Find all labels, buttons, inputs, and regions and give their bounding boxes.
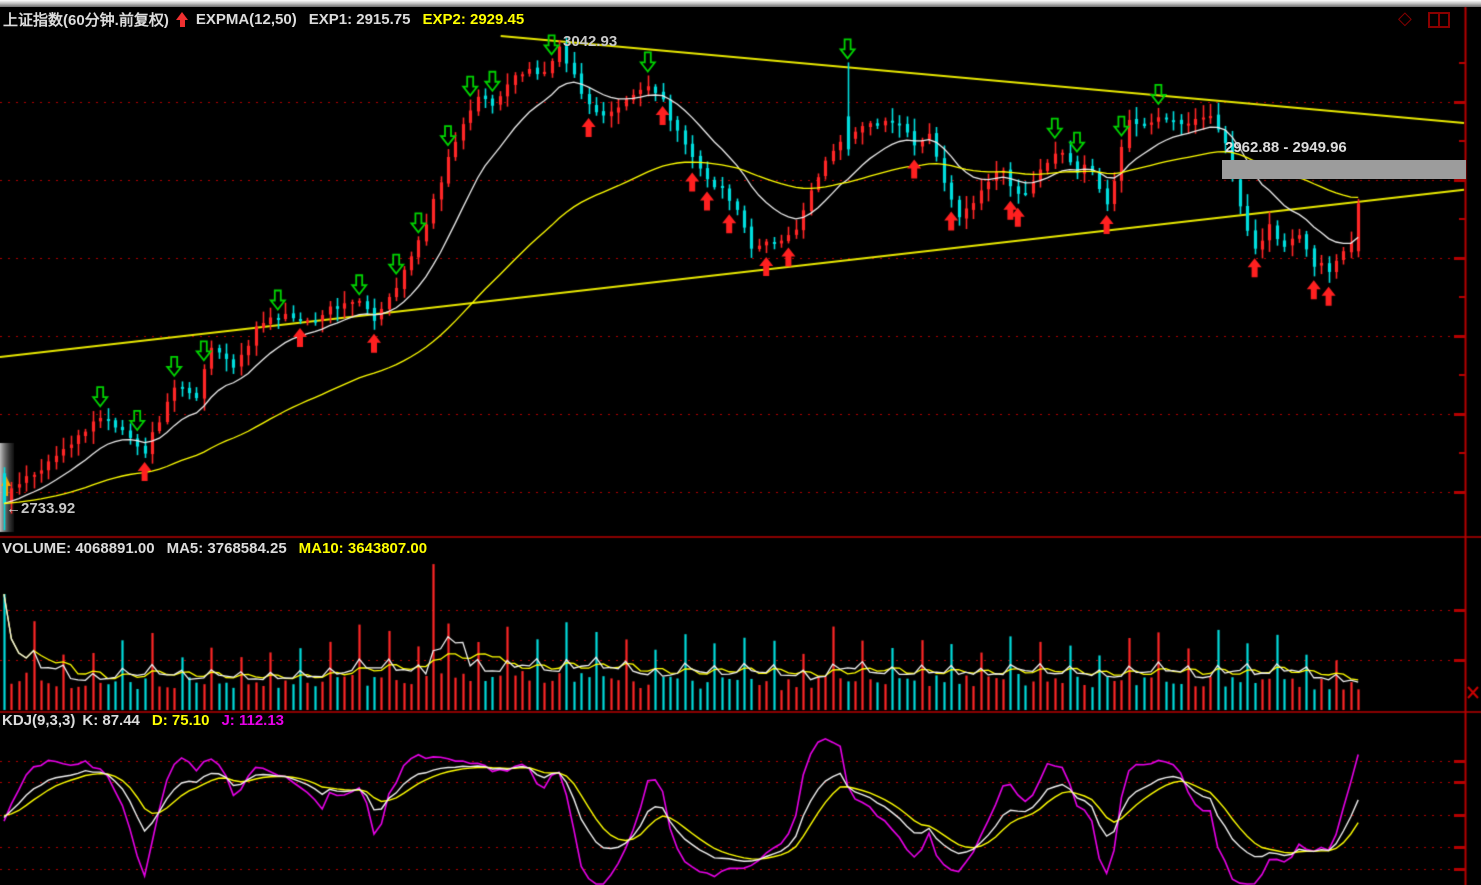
kdj-name[interactable]: KDJ(9,3,3) <box>2 712 75 729</box>
kdj-k-value: K: 87.44 <box>82 712 140 729</box>
signal-up-arrow-icon <box>176 12 189 27</box>
exp1-value: EXP1: 2915.75 <box>309 11 411 28</box>
trading-app-window: 上证指数(60分钟.前复权) EXPMA(12,50) EXP1: 2915.7… <box>0 0 1481 885</box>
indicator-name[interactable]: EXPMA(12,50) <box>196 11 297 28</box>
chart-canvas[interactable] <box>0 0 1481 885</box>
chart-title-bar: 上证指数(60分钟.前复权) EXPMA(12,50) EXP1: 2915.7… <box>3 9 524 30</box>
split-window-icon[interactable] <box>1428 12 1450 28</box>
window-top-strip <box>0 0 1481 7</box>
gap-zone-bar <box>1222 160 1466 179</box>
kdj-j-value: J: 112.13 <box>221 712 284 729</box>
kdj-header: KDJ(9,3,3) K: 87.44 D: 75.10 J: 112.13 <box>2 712 284 729</box>
exp2-value: EXP2: 2929.45 <box>422 11 524 28</box>
volume-ma5-value: MA5: 3768584.25 <box>167 540 287 557</box>
volume-value: VOLUME: 4068891.00 <box>2 540 155 557</box>
symbol-title: 上证指数(60分钟.前复权) <box>3 9 169 30</box>
volume-header: VOLUME: 4068891.00 MA5: 3768584.25 MA10:… <box>2 540 427 557</box>
volume-ma10-value: MA10: 3643807.00 <box>299 540 427 557</box>
diamond-icon[interactable]: ◇ <box>1398 8 1412 29</box>
gap-range-label: 2962.88 - 2949.96 <box>1225 139 1347 157</box>
kdj-d-value: D: 75.10 <box>152 712 210 729</box>
peak-price-label: 3042.93 <box>563 33 617 51</box>
low-price-label: ←2733.92 <box>6 500 75 518</box>
